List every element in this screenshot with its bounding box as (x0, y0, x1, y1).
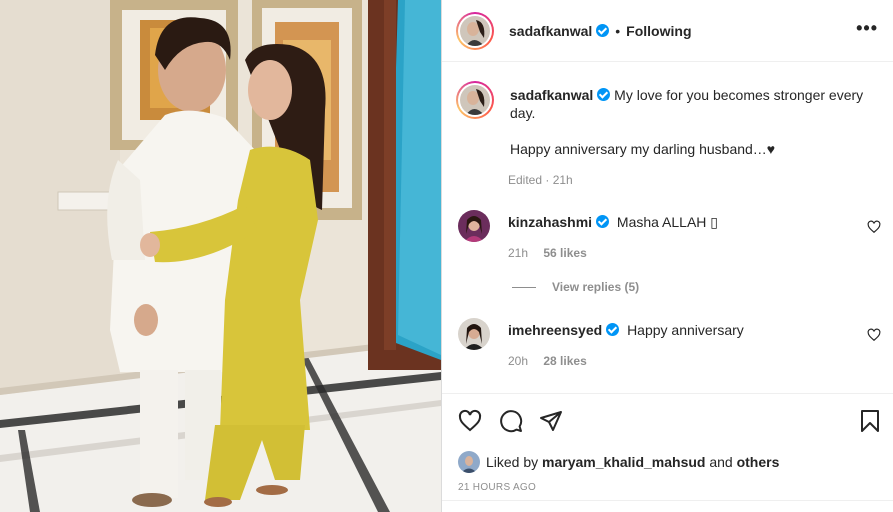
comment-meta: 21h 56 likes (508, 246, 587, 260)
actions-divider (442, 393, 893, 394)
comment-row: imehreensyed Happy anniversary (458, 318, 744, 350)
commenter-avatar[interactable] (458, 318, 490, 350)
caption-username[interactable]: sadafkanwal (510, 87, 593, 103)
liked-by-and: and (709, 454, 733, 470)
comment-likes[interactable]: 56 likes (543, 246, 586, 260)
view-replies-button[interactable]: View replies (5) (512, 280, 639, 294)
following-button[interactable]: Following (626, 23, 691, 39)
share-paper-plane-icon[interactable] (539, 409, 563, 433)
like-comment-heart-icon[interactable] (867, 328, 881, 342)
commenter-avatar[interactable] (458, 210, 490, 242)
like-comment-heart-icon[interactable] (867, 220, 881, 234)
view-replies-label: View replies (5) (552, 280, 640, 294)
caption-line-1: My love for you becomes stronger every (614, 87, 864, 103)
save-bookmark-icon[interactable] (859, 409, 881, 433)
comment-age: 20h (508, 354, 529, 368)
caption-meta: Edited · 21h (508, 173, 573, 187)
author-username[interactable]: sadafkanwal (509, 23, 592, 39)
comment-text: Happy anniversary (627, 322, 744, 338)
verified-badge-icon (597, 88, 611, 101)
liked-by-user[interactable]: maryam_khalid_mahsud (542, 454, 705, 470)
commenter-username[interactable]: imehreensyed (508, 322, 602, 338)
comment-age: 21h (508, 246, 529, 260)
comment-row: kinzahashmi Masha ALLAH ▯ (458, 210, 718, 242)
comment-likes[interactable]: 28 likes (543, 354, 586, 368)
liked-by-prefix: Liked by (486, 454, 539, 470)
liked-by-avatar[interactable] (458, 451, 480, 473)
author-avatar[interactable] (456, 11, 494, 50)
liked-by-row: Liked by maryam_khalid_mahsud and others (458, 451, 779, 473)
verified-badge-icon (606, 323, 620, 336)
commenter-username[interactable]: kinzahashmi (508, 214, 592, 230)
instagram-post-view: sadafkanwal • Following ••• sadafkanwal … (0, 0, 893, 512)
verified-badge-icon (596, 215, 610, 228)
bottom-divider (442, 500, 893, 501)
caption-line-2: day. (510, 105, 536, 121)
post-side-panel: sadafkanwal • Following ••• sadafkanwal … (441, 0, 893, 512)
caption-text: sadafkanwal My love for you becomes stro… (510, 86, 863, 158)
post-header: sadafkanwal • Following ••• (442, 0, 893, 62)
caption-line-3: Happy anniversary my darling husband…♥ (510, 141, 776, 157)
like-heart-icon[interactable] (458, 409, 482, 433)
liked-by-others[interactable]: others (737, 454, 780, 470)
couple-photo-illustration (0, 0, 441, 512)
replies-divider (512, 286, 536, 288)
verified-badge-icon (596, 24, 610, 37)
post-timestamp[interactable]: 21 HOURS AGO (458, 482, 536, 493)
caption-row: sadafkanwal My love for you becomes stro… (456, 81, 863, 158)
post-photo[interactable] (0, 0, 441, 512)
more-options-icon[interactable]: ••• (856, 19, 878, 37)
comment-meta: 20h 28 likes (508, 354, 587, 368)
separator-dot: • (615, 22, 621, 39)
comment-bubble-icon[interactable] (499, 409, 523, 433)
caption-avatar[interactable] (456, 81, 494, 119)
comment-text: Masha ALLAH ▯ (616, 214, 719, 230)
